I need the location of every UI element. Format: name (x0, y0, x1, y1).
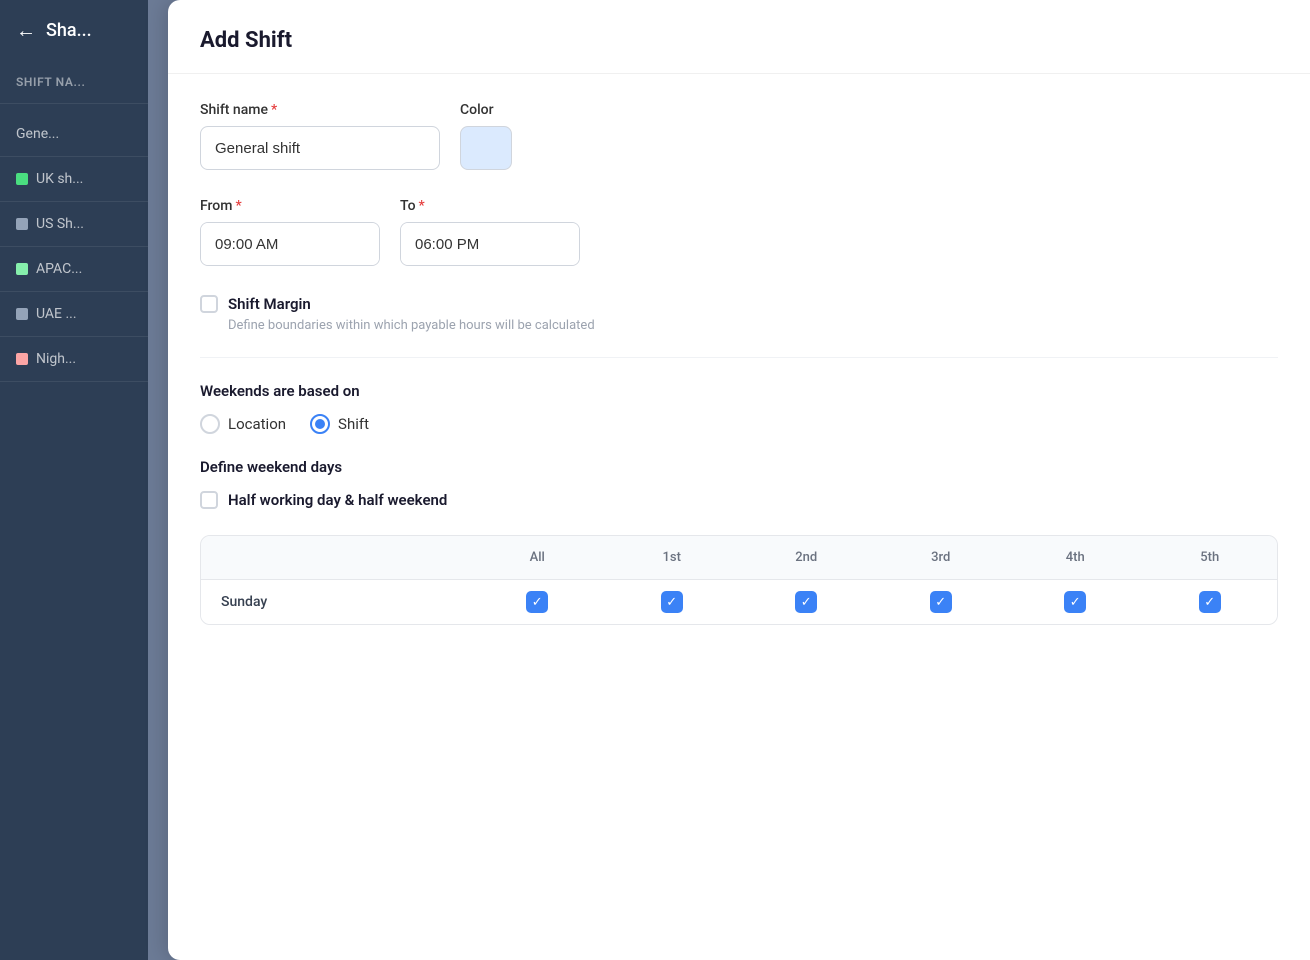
sidebar-item-night[interactable]: Nigh... (0, 337, 148, 382)
sunday-all-checkbox[interactable]: ✓ (526, 591, 548, 613)
from-group: From * ▲ ▼ (200, 198, 380, 266)
sidebar-item-us[interactable]: US Sh... (0, 202, 148, 247)
sidebar-list-header: Shift na... (0, 61, 148, 104)
sunday-1st-checkbox[interactable]: ✓ (661, 591, 683, 613)
weekend-grid: All 1st 2nd 3rd 4th 5th Sunday ✓ ✓ (200, 535, 1278, 625)
to-time-wrapper: ▲ ▼ (400, 222, 580, 266)
modal-title: Add Shift (200, 28, 1278, 53)
sunday-2nd-checkbox[interactable]: ✓ (795, 591, 817, 613)
apac-color-dot (16, 263, 28, 275)
weekends-label: Weekends are based on (200, 382, 1278, 400)
color-picker[interactable] (460, 126, 512, 170)
grid-header-1st: 1st (605, 536, 740, 579)
half-working-checkbox[interactable] (200, 491, 218, 509)
sunday-3rd-checkbox[interactable]: ✓ (930, 591, 952, 613)
grid-header-5th: 5th (1143, 536, 1278, 579)
grid-header-3rd: 3rd (874, 536, 1009, 579)
modal-body: Shift name * Color From * (168, 74, 1310, 653)
sunday-1st-check[interactable]: ✓ (605, 580, 740, 624)
sidebar-list: Gene... UK sh... US Sh... APAC... UAE ..… (0, 104, 148, 390)
main-area: Add Shift Shift name * Color (148, 0, 1310, 960)
from-time-wrapper: ▲ ▼ (200, 222, 380, 266)
radio-shift[interactable]: Shift (310, 414, 369, 434)
required-star-to: * (419, 198, 425, 214)
shift-margin-row: Shift Margin Define boundaries within wh… (200, 294, 1278, 333)
weekend-grid-header: All 1st 2nd 3rd 4th 5th (201, 536, 1277, 580)
back-label: Sha... (46, 20, 92, 41)
color-group: Color (460, 102, 512, 170)
modal-header: Add Shift (168, 0, 1310, 74)
grid-header-all: All (470, 536, 605, 579)
shift-margin-section: Shift Margin Define boundaries within wh… (200, 294, 1278, 333)
shift-margin-text: Shift Margin Define boundaries within wh… (228, 294, 595, 333)
sunday-5th-checkbox[interactable]: ✓ (1199, 591, 1221, 613)
weekends-section: Weekends are based on Location Shift (200, 382, 1278, 434)
shift-name-color-row: Shift name * Color (200, 102, 1278, 170)
sidebar-panel: ← Sha... Shift na... Gene... UK sh... US… (0, 0, 148, 960)
sidebar-item-uae[interactable]: UAE ... (0, 292, 148, 337)
half-working-row: Half working day & half weekend (200, 490, 1278, 511)
grid-header-day (201, 536, 470, 579)
weekends-radio-group: Location Shift (200, 414, 1278, 434)
modal-panel: Add Shift Shift name * Color (168, 0, 1310, 960)
define-weekend-label: Define weekend days (200, 458, 1278, 476)
define-weekend-section: Define weekend days Half working day & h… (200, 458, 1278, 511)
to-time-input[interactable] (401, 223, 580, 265)
sunday-2nd-check[interactable]: ✓ (739, 580, 874, 624)
back-arrow-icon: ← (16, 18, 36, 43)
shift-name-label: Shift name * (200, 102, 440, 118)
sunday-5th-check[interactable]: ✓ (1143, 580, 1278, 624)
radio-location-outer[interactable] (200, 414, 220, 434)
us-color-dot (16, 218, 28, 230)
sidebar-item-general[interactable]: Gene... (0, 112, 148, 157)
shift-name-input[interactable] (200, 126, 440, 170)
shift-name-group: Shift name * (200, 102, 440, 170)
sunday-label: Sunday (201, 580, 470, 624)
to-group: To * ▲ ▼ (400, 198, 580, 266)
radio-location[interactable]: Location (200, 414, 286, 434)
divider-1 (200, 357, 1278, 358)
radio-shift-outer[interactable] (310, 414, 330, 434)
radio-location-label: Location (228, 415, 286, 433)
required-star-name: * (271, 102, 277, 118)
required-star-from: * (235, 198, 241, 214)
uk-color-dot (16, 173, 28, 185)
radio-shift-label: Shift (338, 415, 369, 433)
to-label: To * (400, 198, 580, 214)
sunday-all-check[interactable]: ✓ (470, 580, 605, 624)
from-to-row: From * ▲ ▼ To * (200, 198, 1278, 266)
sunday-4th-check[interactable]: ✓ (1008, 580, 1143, 624)
color-label: Color (460, 102, 512, 118)
half-working-label: Half working day & half weekend (228, 490, 447, 511)
sunday-row: Sunday ✓ ✓ ✓ ✓ ✓ (201, 580, 1277, 624)
night-color-dot (16, 353, 28, 365)
sidebar-item-apac[interactable]: APAC... (0, 247, 148, 292)
grid-header-2nd: 2nd (739, 536, 874, 579)
shift-margin-checkbox[interactable] (200, 295, 218, 313)
shift-margin-label: Shift Margin (228, 294, 595, 315)
from-time-input[interactable] (201, 223, 380, 265)
back-header[interactable]: ← Sha... (0, 0, 148, 61)
sunday-3rd-check[interactable]: ✓ (874, 580, 1009, 624)
radio-shift-inner (315, 419, 325, 429)
grid-header-4th: 4th (1008, 536, 1143, 579)
shift-margin-desc: Define boundaries within which payable h… (228, 318, 595, 333)
sidebar-item-uk[interactable]: UK sh... (0, 157, 148, 202)
sunday-4th-checkbox[interactable]: ✓ (1064, 591, 1086, 613)
from-label: From * (200, 198, 380, 214)
uae-color-dot (16, 308, 28, 320)
